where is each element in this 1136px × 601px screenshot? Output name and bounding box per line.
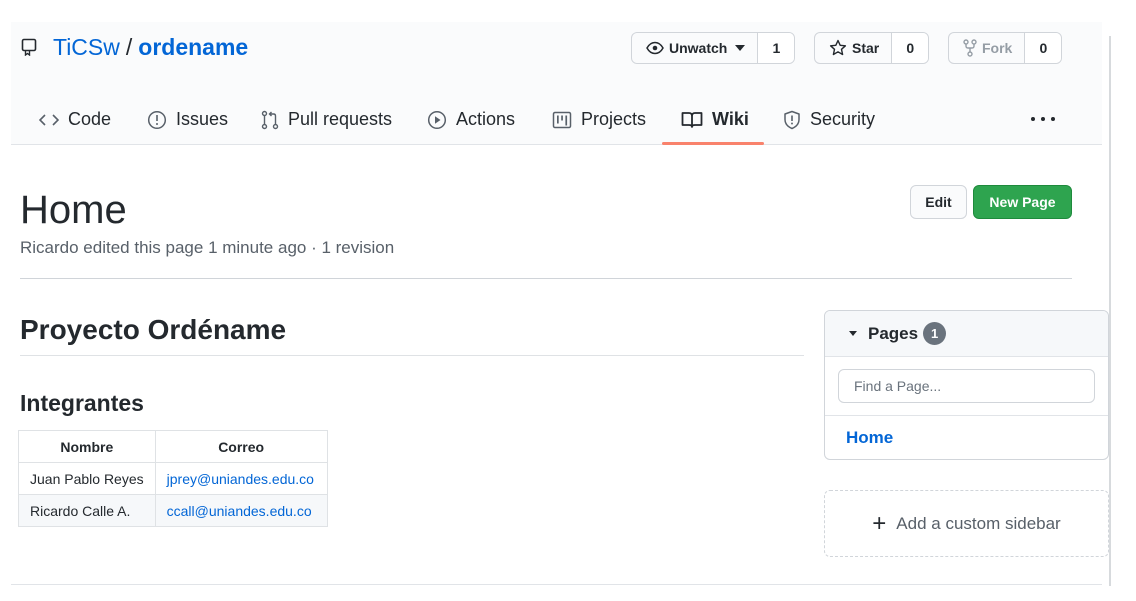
column-header-correo: Correo bbox=[154, 430, 328, 463]
tab-projects[interactable]: Projects bbox=[552, 94, 646, 145]
table-row: Ricardo Calle A. ccall@uniandes.edu.co bbox=[18, 494, 328, 527]
issue-opened-icon bbox=[147, 110, 167, 129]
repo-title: TiCSw / ordename bbox=[21, 33, 248, 61]
fork-button[interactable]: Fork bbox=[949, 33, 1026, 63]
heading-divider bbox=[20, 355, 804, 356]
table-header-row: Nombre Correo bbox=[18, 430, 328, 463]
triangle-down-icon bbox=[849, 331, 857, 336]
tab-code-label: Code bbox=[68, 109, 112, 129]
star-label: Star bbox=[852, 40, 880, 56]
tab-issues[interactable]: Issues bbox=[147, 94, 228, 145]
pages-label: Pages bbox=[868, 323, 919, 343]
members-table: Nombre Correo Juan Pablo Reyes jprey@uni… bbox=[18, 430, 328, 527]
eye-icon bbox=[646, 41, 664, 55]
tab-security[interactable]: Security bbox=[783, 94, 875, 145]
tab-projects-label: Projects bbox=[581, 109, 647, 129]
member-name: Juan Pablo Reyes bbox=[18, 462, 156, 495]
star-icon bbox=[829, 39, 847, 56]
tab-pull-requests[interactable]: Pull requests bbox=[261, 94, 392, 145]
page-revision-meta: Ricardo edited this page 1 minute ago · … bbox=[20, 238, 395, 257]
repo-tabs: Code Issues Pull requests Actions Projec… bbox=[11, 94, 1102, 145]
footer-divider bbox=[11, 584, 1102, 585]
column-header-nombre: Nombre bbox=[18, 430, 156, 463]
more-tabs-icon[interactable] bbox=[1031, 109, 1055, 129]
member-email-link[interactable]: jprey@uniandes.edu.co bbox=[154, 462, 328, 495]
star-button-group: Star 0 bbox=[814, 32, 930, 64]
repo-forked-icon bbox=[963, 39, 977, 57]
pages-filter bbox=[825, 357, 1108, 416]
add-custom-sidebar-button[interactable]: + Add a custom sidebar bbox=[824, 490, 1109, 557]
forks-count[interactable]: 0 bbox=[1025, 33, 1062, 63]
watchers-count[interactable]: 1 bbox=[758, 33, 795, 63]
unwatch-label: Unwatch bbox=[669, 40, 728, 56]
tab-pull-requests-label: Pull requests bbox=[288, 109, 393, 129]
fork-label: Fork bbox=[982, 40, 1013, 56]
shield-icon bbox=[784, 110, 800, 129]
chevron-down-icon bbox=[735, 45, 746, 51]
add-custom-sidebar-label: Add a custom sidebar bbox=[896, 513, 1061, 533]
repo-separator: / bbox=[125, 34, 133, 60]
tab-security-label: Security bbox=[810, 109, 876, 129]
header-divider bbox=[20, 278, 1072, 279]
tab-code[interactable]: Code bbox=[39, 94, 111, 145]
unwatch-button[interactable]: Unwatch bbox=[632, 33, 759, 63]
wiki-subheading: Integrantes bbox=[20, 390, 144, 416]
tab-wiki[interactable]: Wiki bbox=[681, 94, 749, 145]
pages-sidebar: Pages 1 Home bbox=[824, 310, 1109, 460]
wiki-heading: Proyecto Ordéname bbox=[20, 314, 287, 345]
repo-header: TiCSw / ordename Unwatch 1 Star 0 Fork 0… bbox=[11, 22, 1102, 145]
plus-icon: + bbox=[872, 509, 887, 537]
member-name: Ricardo Calle A. bbox=[18, 494, 156, 527]
edit-button[interactable]: Edit bbox=[910, 185, 967, 219]
book-icon bbox=[681, 111, 703, 128]
unwatch-button-group: Unwatch 1 bbox=[631, 32, 796, 64]
stars-count[interactable]: 0 bbox=[892, 33, 929, 63]
repo-icon bbox=[21, 38, 37, 56]
fork-button-group: Fork 0 bbox=[948, 32, 1063, 64]
star-button[interactable]: Star bbox=[815, 33, 893, 63]
page-title: Home bbox=[20, 188, 127, 232]
pages-count-badge: 1 bbox=[923, 322, 947, 345]
repo-name-link[interactable]: ordename bbox=[138, 33, 248, 61]
tab-issues-label: Issues bbox=[176, 109, 229, 129]
play-icon bbox=[427, 110, 447, 129]
tab-actions[interactable]: Actions bbox=[427, 94, 515, 145]
member-email-link[interactable]: ccall@uniandes.edu.co bbox=[154, 494, 328, 527]
repo-owner-link[interactable]: TiCSw bbox=[53, 33, 120, 61]
table-row: Juan Pablo Reyes jprey@uniandes.edu.co bbox=[18, 462, 328, 495]
find-page-input[interactable] bbox=[838, 369, 1095, 403]
tab-wiki-label: Wiki bbox=[712, 109, 749, 129]
new-page-button[interactable]: New Page bbox=[973, 185, 1072, 219]
code-icon bbox=[39, 113, 59, 126]
project-icon bbox=[552, 111, 572, 128]
pages-toggle[interactable]: Pages 1 bbox=[825, 311, 1108, 357]
selected-tab-indicator bbox=[662, 142, 764, 145]
tab-actions-label: Actions bbox=[456, 109, 516, 129]
git-pull-request-icon bbox=[261, 110, 279, 129]
window-right-edge bbox=[1109, 36, 1111, 586]
page-link-home[interactable]: Home bbox=[825, 416, 1108, 459]
